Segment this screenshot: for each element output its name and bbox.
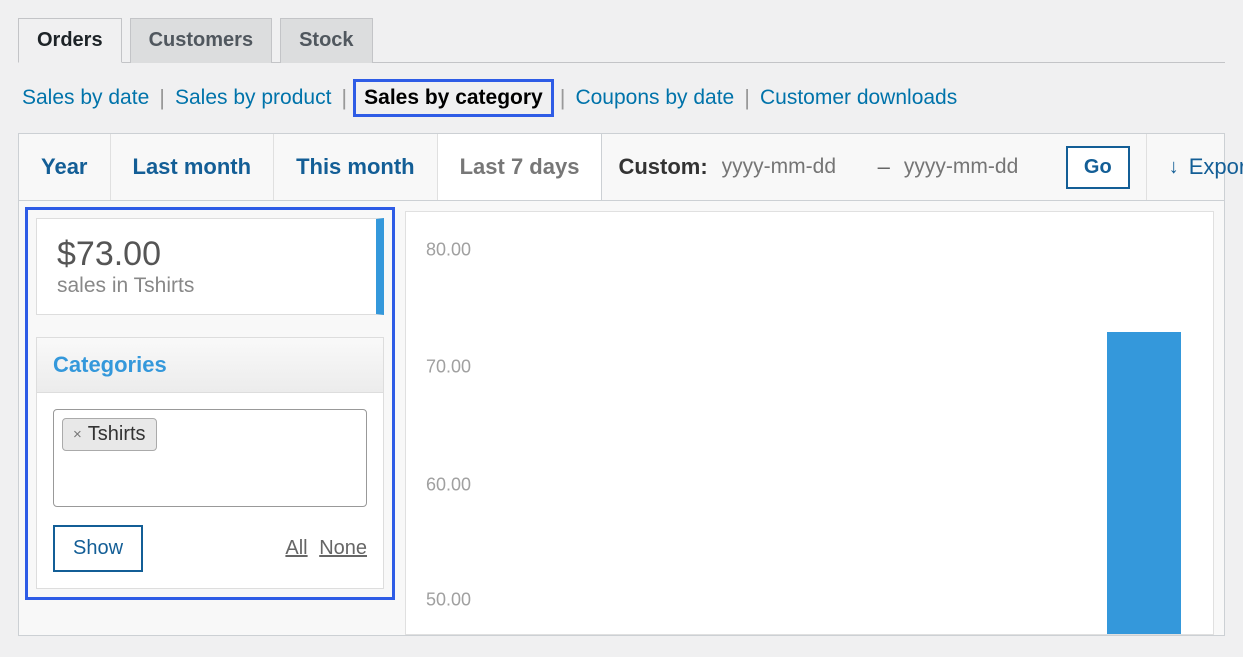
separator: | (153, 85, 171, 111)
range-custom: Custom: – Go (602, 134, 1146, 200)
stat-card[interactable]: $73.00 sales in Tshirts (36, 218, 384, 315)
chart-bar (1107, 332, 1181, 634)
tab-orders[interactable]: Orders (18, 18, 122, 63)
remove-icon[interactable]: × (73, 426, 82, 443)
range-this-month[interactable]: This month (274, 134, 438, 200)
go-button[interactable]: Go (1066, 146, 1130, 189)
y-tick: 80.00 (426, 240, 471, 261)
chip-label: Tshirts (88, 423, 146, 446)
stat-value: $73.00 (57, 235, 356, 274)
y-tick: 70.00 (426, 357, 471, 378)
export-label: Export CSV (1189, 154, 1243, 180)
subnav-customer-downloads[interactable]: Customer downloads (756, 84, 961, 112)
subnav-sales-by-product[interactable]: Sales by product (171, 84, 335, 112)
subnav-coupons-by-date[interactable]: Coupons by date (571, 84, 738, 112)
download-icon: ↓ (1169, 156, 1179, 179)
select-all[interactable]: All (285, 537, 307, 559)
report-subnav: Sales by date | Sales by product | Sales… (18, 63, 1225, 133)
category-chip: × Tshirts (62, 418, 157, 451)
categories-panel: Categories × Tshirts Show All (36, 337, 384, 589)
separator: | (554, 85, 572, 111)
separator: | (335, 85, 353, 111)
report-sidebar: $73.00 sales in Tshirts Categories × Tsh… (25, 207, 395, 600)
dash: – (868, 154, 900, 180)
stat-desc: sales in Tshirts (57, 274, 356, 298)
y-tick: 60.00 (426, 475, 471, 496)
separator: | (738, 85, 756, 111)
main-tabs: Orders Customers Stock (18, 0, 1225, 63)
y-tick: 50.00 (426, 590, 471, 611)
custom-start-date[interactable] (718, 151, 868, 183)
tab-customers[interactable]: Customers (130, 18, 272, 63)
categories-heading: Categories (37, 338, 383, 393)
custom-end-date[interactable] (900, 151, 1050, 183)
date-range-tabs: Year Last month This month Last 7 days C… (19, 134, 1224, 201)
range-last-7-days[interactable]: Last 7 days (438, 134, 603, 200)
subnav-sales-by-category[interactable]: Sales by category (353, 79, 554, 117)
show-button[interactable]: Show (53, 525, 143, 572)
subnav-sales-by-date[interactable]: Sales by date (18, 84, 153, 112)
chart: 80.00 70.00 60.00 50.00 (405, 211, 1214, 635)
report-panel: Year Last month This month Last 7 days C… (18, 133, 1225, 636)
select-links: All None (279, 537, 367, 560)
export-csv[interactable]: ↓ Export CSV (1147, 134, 1243, 200)
range-last-month[interactable]: Last month (111, 134, 275, 200)
custom-label: Custom: (618, 154, 707, 180)
range-year[interactable]: Year (19, 134, 111, 200)
tab-stock[interactable]: Stock (280, 18, 372, 63)
select-none[interactable]: None (319, 537, 367, 559)
category-select[interactable]: × Tshirts (53, 409, 367, 507)
